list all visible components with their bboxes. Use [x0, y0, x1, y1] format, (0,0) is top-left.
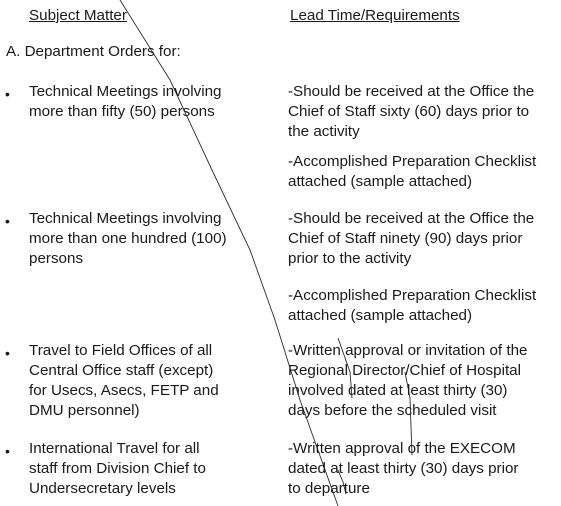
- requirement-line: to departure: [288, 480, 370, 497]
- requirement-line: -Written approval of the EXECOM: [288, 440, 516, 457]
- subject-line: staff from Division Chief to: [29, 460, 206, 477]
- subject-item-travel-field-offices: Travel to Field Offices of all Central O…: [29, 341, 259, 421]
- subject-line: DMU personnel): [29, 402, 140, 419]
- requirement-item: -Should be received at the Office the Ch…: [288, 82, 558, 142]
- requirement-line: attached (sample attached): [288, 173, 473, 190]
- requirement-line: Chief of Staff sixty (60) days prior to: [288, 103, 530, 120]
- subject-line: Central Office staff (except): [29, 362, 214, 379]
- subject-line: more than one hundred (100): [29, 230, 227, 247]
- lead-time-header: Lead Time/Requirements: [290, 7, 460, 24]
- requirement-line: involved dated at least thirty (30): [288, 382, 508, 399]
- requirement-line: Chief of Staff ninety (90) days prior: [288, 230, 523, 247]
- requirement-line: attached (sample attached): [288, 307, 473, 324]
- requirement-item: -Written approval or invitation of the R…: [288, 341, 558, 421]
- bullet-icon: •: [5, 213, 10, 229]
- subject-line: Technical Meetings involving: [29, 210, 222, 227]
- requirement-line: -Written approval or invitation of the: [288, 342, 528, 359]
- requirement-line: prior to the activity: [288, 250, 412, 267]
- requirement-line: dated at least thirty (30) days prior: [288, 460, 519, 477]
- requirement-item: -Written approval of the EXECOM dated at…: [288, 439, 558, 499]
- requirement-line: Regional Director/Chief of Hospital: [288, 362, 521, 379]
- subject-line: Technical Meetings involving: [29, 83, 222, 100]
- subject-item-international-travel: International Travel for all staff from …: [29, 439, 259, 499]
- requirement-item: -Accomplished Preparation Checklist atta…: [288, 152, 558, 192]
- requirement-item: -Accomplished Preparation Checklist atta…: [288, 286, 558, 326]
- requirement-line: days before the scheduled visit: [288, 402, 497, 419]
- section-a-title: A. Department Orders for:: [6, 43, 181, 60]
- bullet-icon: •: [5, 345, 10, 361]
- bullet-icon: •: [5, 86, 10, 102]
- requirement-line: -Should be received at the Office the: [288, 210, 535, 227]
- requirement-line: -Accomplished Preparation Checklist: [288, 287, 537, 304]
- subject-item-technical-meetings-50: Technical Meetings involving more than f…: [29, 82, 259, 122]
- bullet-icon: •: [5, 443, 10, 459]
- subject-matter-header: Subject Matter: [29, 7, 127, 24]
- subject-line: International Travel for all: [29, 440, 200, 457]
- subject-line: Undersecretary levels: [29, 480, 176, 497]
- subject-line: persons: [29, 250, 84, 267]
- requirement-line: -Should be received at the Office the: [288, 83, 535, 100]
- subject-item-technical-meetings-100: Technical Meetings involving more than o…: [29, 209, 259, 269]
- requirement-line: the activity: [288, 123, 360, 140]
- requirement-item: -Should be received at the Office the Ch…: [288, 209, 558, 269]
- subject-line: Travel to Field Offices of all: [29, 342, 213, 359]
- subject-line: more than fifty (50) persons: [29, 103, 215, 120]
- requirement-line: -Accomplished Preparation Checklist: [288, 153, 537, 170]
- subject-line: for Usecs, Asecs, FETP and: [29, 382, 219, 399]
